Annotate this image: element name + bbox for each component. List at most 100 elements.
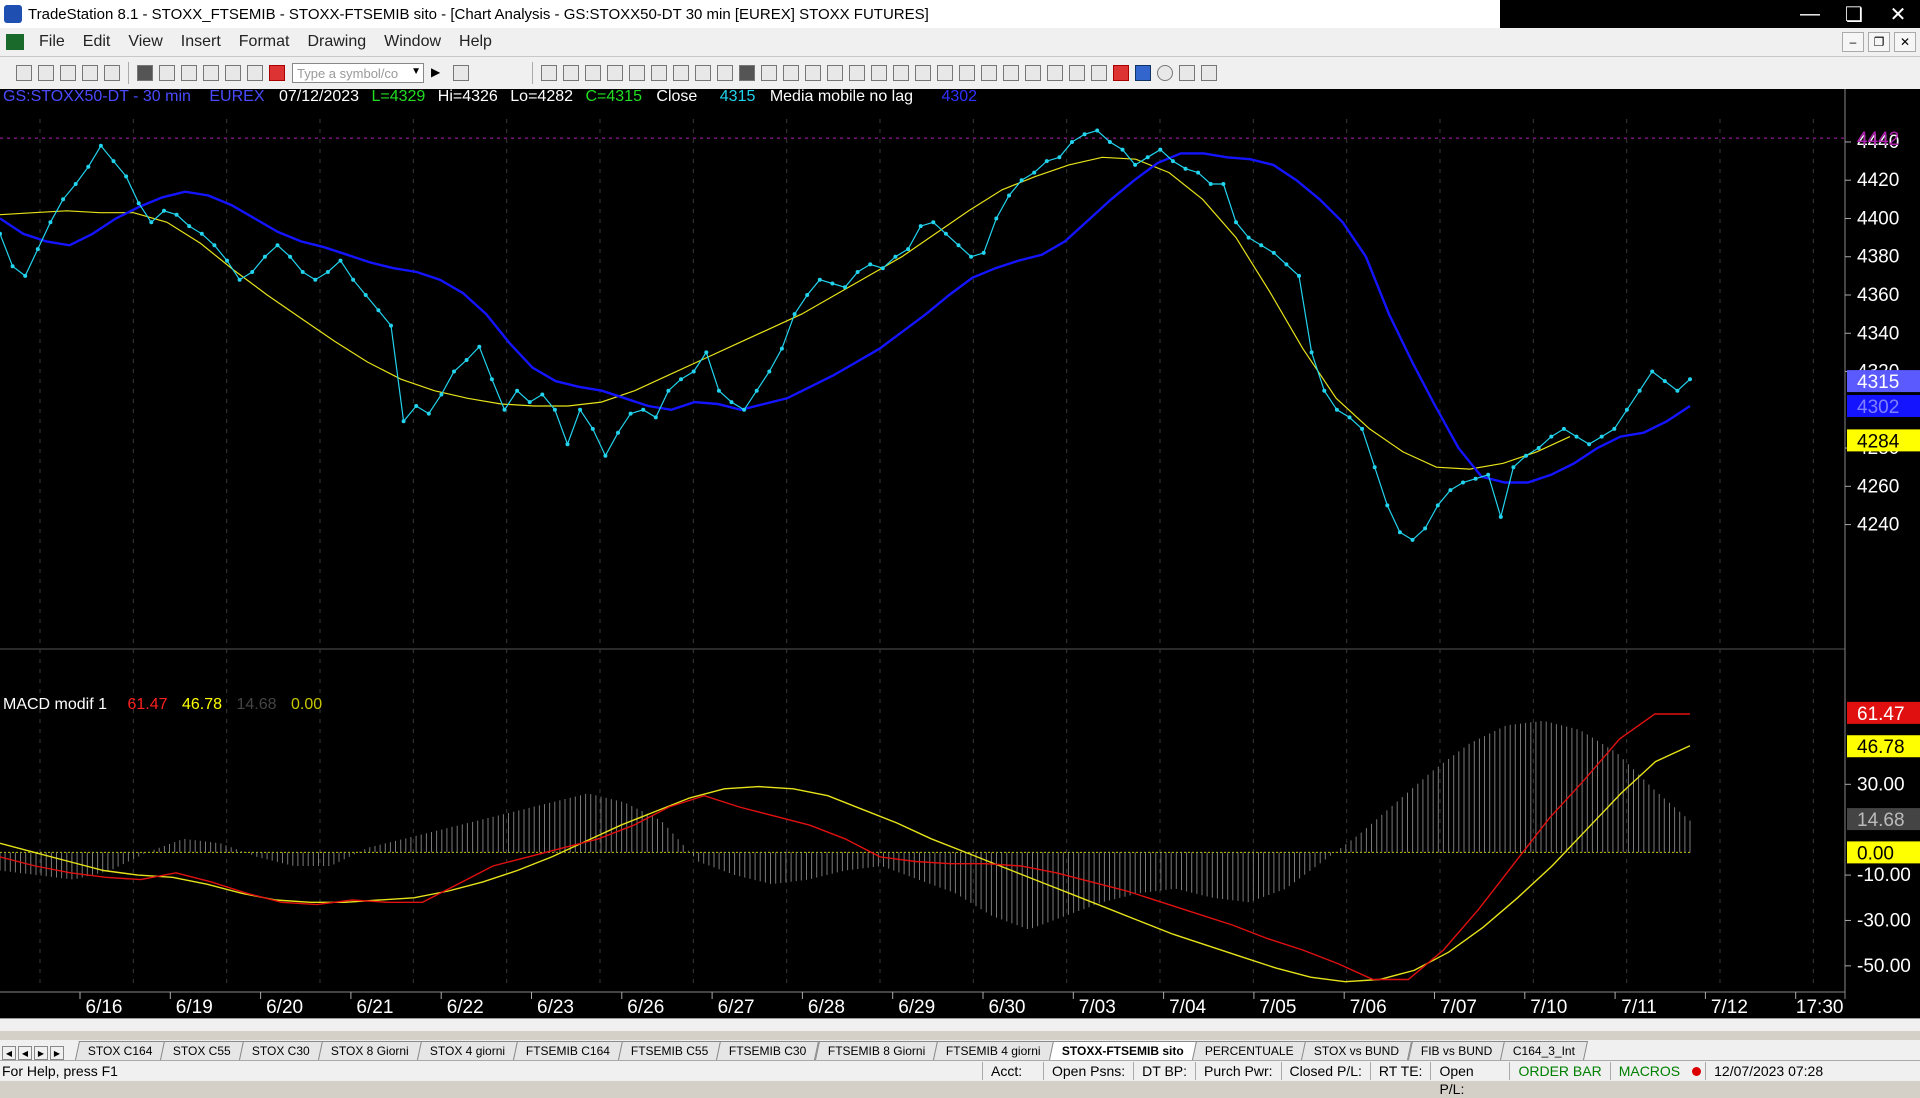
tab-first-icon[interactable]: ◀: [2, 1046, 16, 1060]
menu-file[interactable]: File: [30, 33, 74, 51]
menu-edit[interactable]: Edit: [74, 33, 120, 51]
chevron-down-icon[interactable]: ▼: [411, 66, 421, 77]
tab-c164-3-int[interactable]: C164_3_Int: [1499, 1041, 1588, 1060]
menu-insert[interactable]: Insert: [172, 33, 230, 51]
pointer-icon[interactable]: [849, 65, 865, 81]
order-bar-button[interactable]: ORDER BAR: [1509, 1062, 1609, 1080]
tab-prev-icon[interactable]: ◀: [18, 1046, 32, 1060]
link-icon[interactable]: [203, 65, 219, 81]
tab-stox-4-giorni[interactable]: STOX 4 giorni: [416, 1041, 519, 1060]
save-icon[interactable]: [104, 65, 120, 81]
symbol-input[interactable]: Type a symbol/co ▼: [292, 63, 424, 83]
mdi-close-button[interactable]: ✕: [1894, 32, 1916, 52]
tools-icon[interactable]: [893, 65, 909, 81]
tab-ftsemib-c55[interactable]: FTSEMIB C55: [618, 1041, 722, 1060]
minimize-button[interactable]: —: [1788, 0, 1832, 28]
window-icon[interactable]: [181, 65, 197, 81]
menu-window[interactable]: Window: [375, 33, 450, 51]
lock-icon[interactable]: [225, 65, 241, 81]
vertical-line-icon[interactable]: [981, 65, 997, 81]
search-icon[interactable]: [453, 65, 469, 81]
bar-type-icon[interactable]: [761, 65, 777, 81]
close-point: [1397, 530, 1402, 535]
strategy-icon[interactable]: [247, 65, 263, 81]
text-tool-icon[interactable]: [1201, 65, 1217, 81]
print-icon[interactable]: [137, 65, 153, 81]
hotlist-icon[interactable]: [673, 65, 689, 81]
news-icon[interactable]: [695, 65, 711, 81]
options-icon[interactable]: [651, 65, 667, 81]
price-tick-label: 4260: [1857, 476, 1899, 497]
print-preview-icon[interactable]: [159, 65, 175, 81]
open-workspace-icon[interactable]: [82, 65, 98, 81]
close-point: [742, 407, 747, 412]
trendline-icon[interactable]: [1069, 65, 1085, 81]
tab-fib-vs-bund[interactable]: FIB vs BUND: [1407, 1041, 1505, 1060]
channel-icon[interactable]: [1025, 65, 1041, 81]
tab-ftsemib-4-giorni[interactable]: FTSEMIB 4 giorni: [933, 1041, 1054, 1060]
close-point: [73, 182, 78, 186]
close-point: [1234, 220, 1238, 225]
menu-drawing[interactable]: Drawing: [298, 33, 375, 51]
tab-stox-c55[interactable]: STOX C55: [160, 1041, 245, 1060]
indicator-icon[interactable]: [269, 65, 285, 81]
menu-help[interactable]: Help: [450, 33, 501, 51]
tab-stox-c30[interactable]: STOX C30: [239, 1041, 324, 1060]
tab-stox-vs-bund[interactable]: STOX vs BUND: [1301, 1041, 1413, 1060]
rectangle-icon[interactable]: [1179, 65, 1195, 81]
close-button[interactable]: ✕: [1876, 0, 1920, 28]
ellipse-icon[interactable]: [1157, 65, 1173, 81]
price-tick-label: 4420: [1857, 170, 1899, 191]
horizontal-scrollbar[interactable]: [0, 1018, 1920, 1031]
price-header: GS:STOXX50-DT - 30 min EUREX 07/12/2023 …: [3, 89, 977, 105]
matrix-icon[interactable]: [629, 65, 645, 81]
mdi-restore-button[interactable]: ❐: [1868, 32, 1890, 52]
tab-ftsemib-8-giorni[interactable]: FTSEMIB 8 Giorni: [814, 1041, 939, 1060]
bar-spacing-icon[interactable]: [783, 65, 799, 81]
open-folder-icon[interactable]: [38, 65, 54, 81]
tab-percentuale[interactable]: PERCENTUALE: [1191, 1041, 1307, 1060]
gann-fan-icon[interactable]: [1047, 65, 1063, 81]
new-workspace-icon[interactable]: [60, 65, 76, 81]
crosshair-icon[interactable]: [871, 65, 887, 81]
tab-last-icon[interactable]: ▶: [50, 1046, 64, 1060]
radar-icon[interactable]: [563, 65, 579, 81]
new-file-icon[interactable]: [16, 65, 32, 81]
macros-button[interactable]: MACROS: [1609, 1062, 1688, 1080]
menu-view[interactable]: View: [119, 33, 171, 51]
tab-stoxx-ftsemib-sito[interactable]: STOXX-FTSEMIB sito: [1048, 1041, 1197, 1060]
fibonacci-icon[interactable]: [1003, 65, 1019, 81]
chart-svg[interactable]: 4440442044004380436043404320428042604240…: [0, 89, 1920, 1030]
tab-ftsemib-c30[interactable]: FTSEMIB C30: [716, 1041, 820, 1060]
table-icon[interactable]: [585, 65, 601, 81]
tab-next-icon[interactable]: ▶: [34, 1046, 48, 1060]
grid-icon[interactable]: [541, 65, 557, 81]
close-point: [1587, 442, 1592, 447]
arc-icon[interactable]: [1091, 65, 1107, 81]
time-tick-label: 6/30: [989, 997, 1026, 1018]
tab-ftsemib-c164[interactable]: FTSEMIB C164: [513, 1041, 624, 1060]
portfolio-icon[interactable]: [717, 65, 733, 81]
horizontal-line-icon[interactable]: [959, 65, 975, 81]
chart-app-icon[interactable]: [6, 34, 24, 50]
tab-stox-c164[interactable]: STOX C164: [74, 1041, 166, 1060]
mdi-minimize-button[interactable]: –: [1842, 32, 1864, 52]
close-point: [1599, 434, 1604, 439]
chart-area[interactable]: 4440442044004380436043404320428042604240…: [0, 89, 1920, 1030]
go-arrow-icon[interactable]: ▶: [431, 65, 447, 81]
maximize-button[interactable]: ❏: [1832, 0, 1876, 28]
scanner-icon[interactable]: [607, 65, 623, 81]
close-point: [843, 285, 847, 290]
close-point: [0, 231, 2, 236]
zoom-in-icon[interactable]: [805, 65, 821, 81]
zoom-out-icon[interactable]: [827, 65, 843, 81]
format-icon[interactable]: [915, 65, 931, 81]
draw-line-icon[interactable]: [937, 65, 953, 81]
close-point: [464, 358, 469, 362]
arrow-down-icon[interactable]: [1113, 65, 1129, 81]
arrow-up-icon[interactable]: [1135, 65, 1151, 81]
close-point: [389, 323, 393, 328]
menu-format[interactable]: Format: [230, 33, 299, 51]
tab-stox-8-giorni[interactable]: STOX 8 Giorni: [318, 1041, 422, 1060]
chart-type-icon[interactable]: [739, 65, 755, 81]
